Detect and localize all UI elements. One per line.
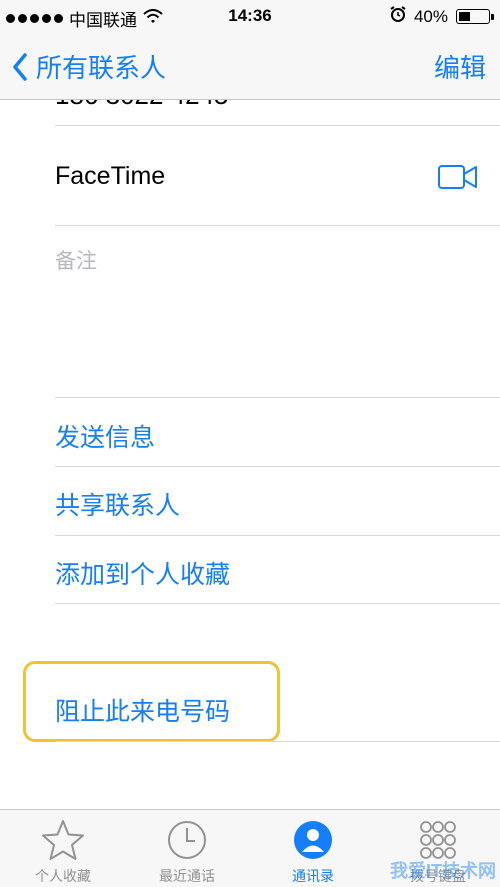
tab-contacts[interactable]: 通讯录 — [258, 818, 368, 886]
send-message-button[interactable]: 发送信息 — [55, 418, 155, 454]
separator — [55, 125, 500, 126]
watermark: 我爱IT技术网 — [390, 861, 496, 881]
tab-recents[interactable]: 最近通话 — [132, 818, 242, 886]
contacts-icon — [258, 818, 368, 862]
back-button[interactable]: 所有联系人 — [12, 48, 166, 85]
battery-percent: 40% — [413, 6, 448, 26]
separator — [55, 225, 500, 226]
battery-icon — [456, 9, 494, 24]
edit-button[interactable]: 编辑 — [434, 48, 486, 85]
tab-label: 通讯录 — [292, 868, 334, 884]
video-camera-icon[interactable] — [438, 164, 478, 195]
separator — [55, 397, 500, 398]
tab-bar: 个人收藏 最近通话 通讯录 拨号键盘 我爱IT技术网 — [0, 809, 500, 887]
clock-icon — [132, 818, 242, 862]
block-caller-button[interactable]: 阻止此来电号码 — [55, 692, 230, 728]
notes-field[interactable]: 备注 — [55, 245, 97, 275]
tab-favorites[interactable]: 个人收藏 — [8, 818, 118, 886]
separator — [55, 535, 500, 536]
star-icon — [8, 818, 118, 862]
back-button-label: 所有联系人 — [36, 53, 167, 83]
chevron-left-icon — [13, 52, 27, 81]
keypad-icon — [383, 818, 493, 862]
separator — [55, 466, 500, 467]
facetime-label: FaceTime — [55, 162, 166, 190]
navigation-bar: 所有联系人 编辑 — [0, 32, 500, 100]
battery-level — [459, 12, 471, 21]
share-contact-button[interactable]: 共享联系人 — [55, 486, 180, 522]
alarm-icon — [390, 6, 406, 27]
separator — [55, 603, 500, 604]
status-bar: 中国联通 14:36 40% — [0, 0, 500, 32]
tab-label: 个人收藏 — [35, 868, 91, 884]
tab-label: 最近通话 — [159, 868, 215, 884]
add-to-favorites-button[interactable]: 添加到个人收藏 — [55, 555, 230, 591]
separator — [55, 741, 500, 742]
